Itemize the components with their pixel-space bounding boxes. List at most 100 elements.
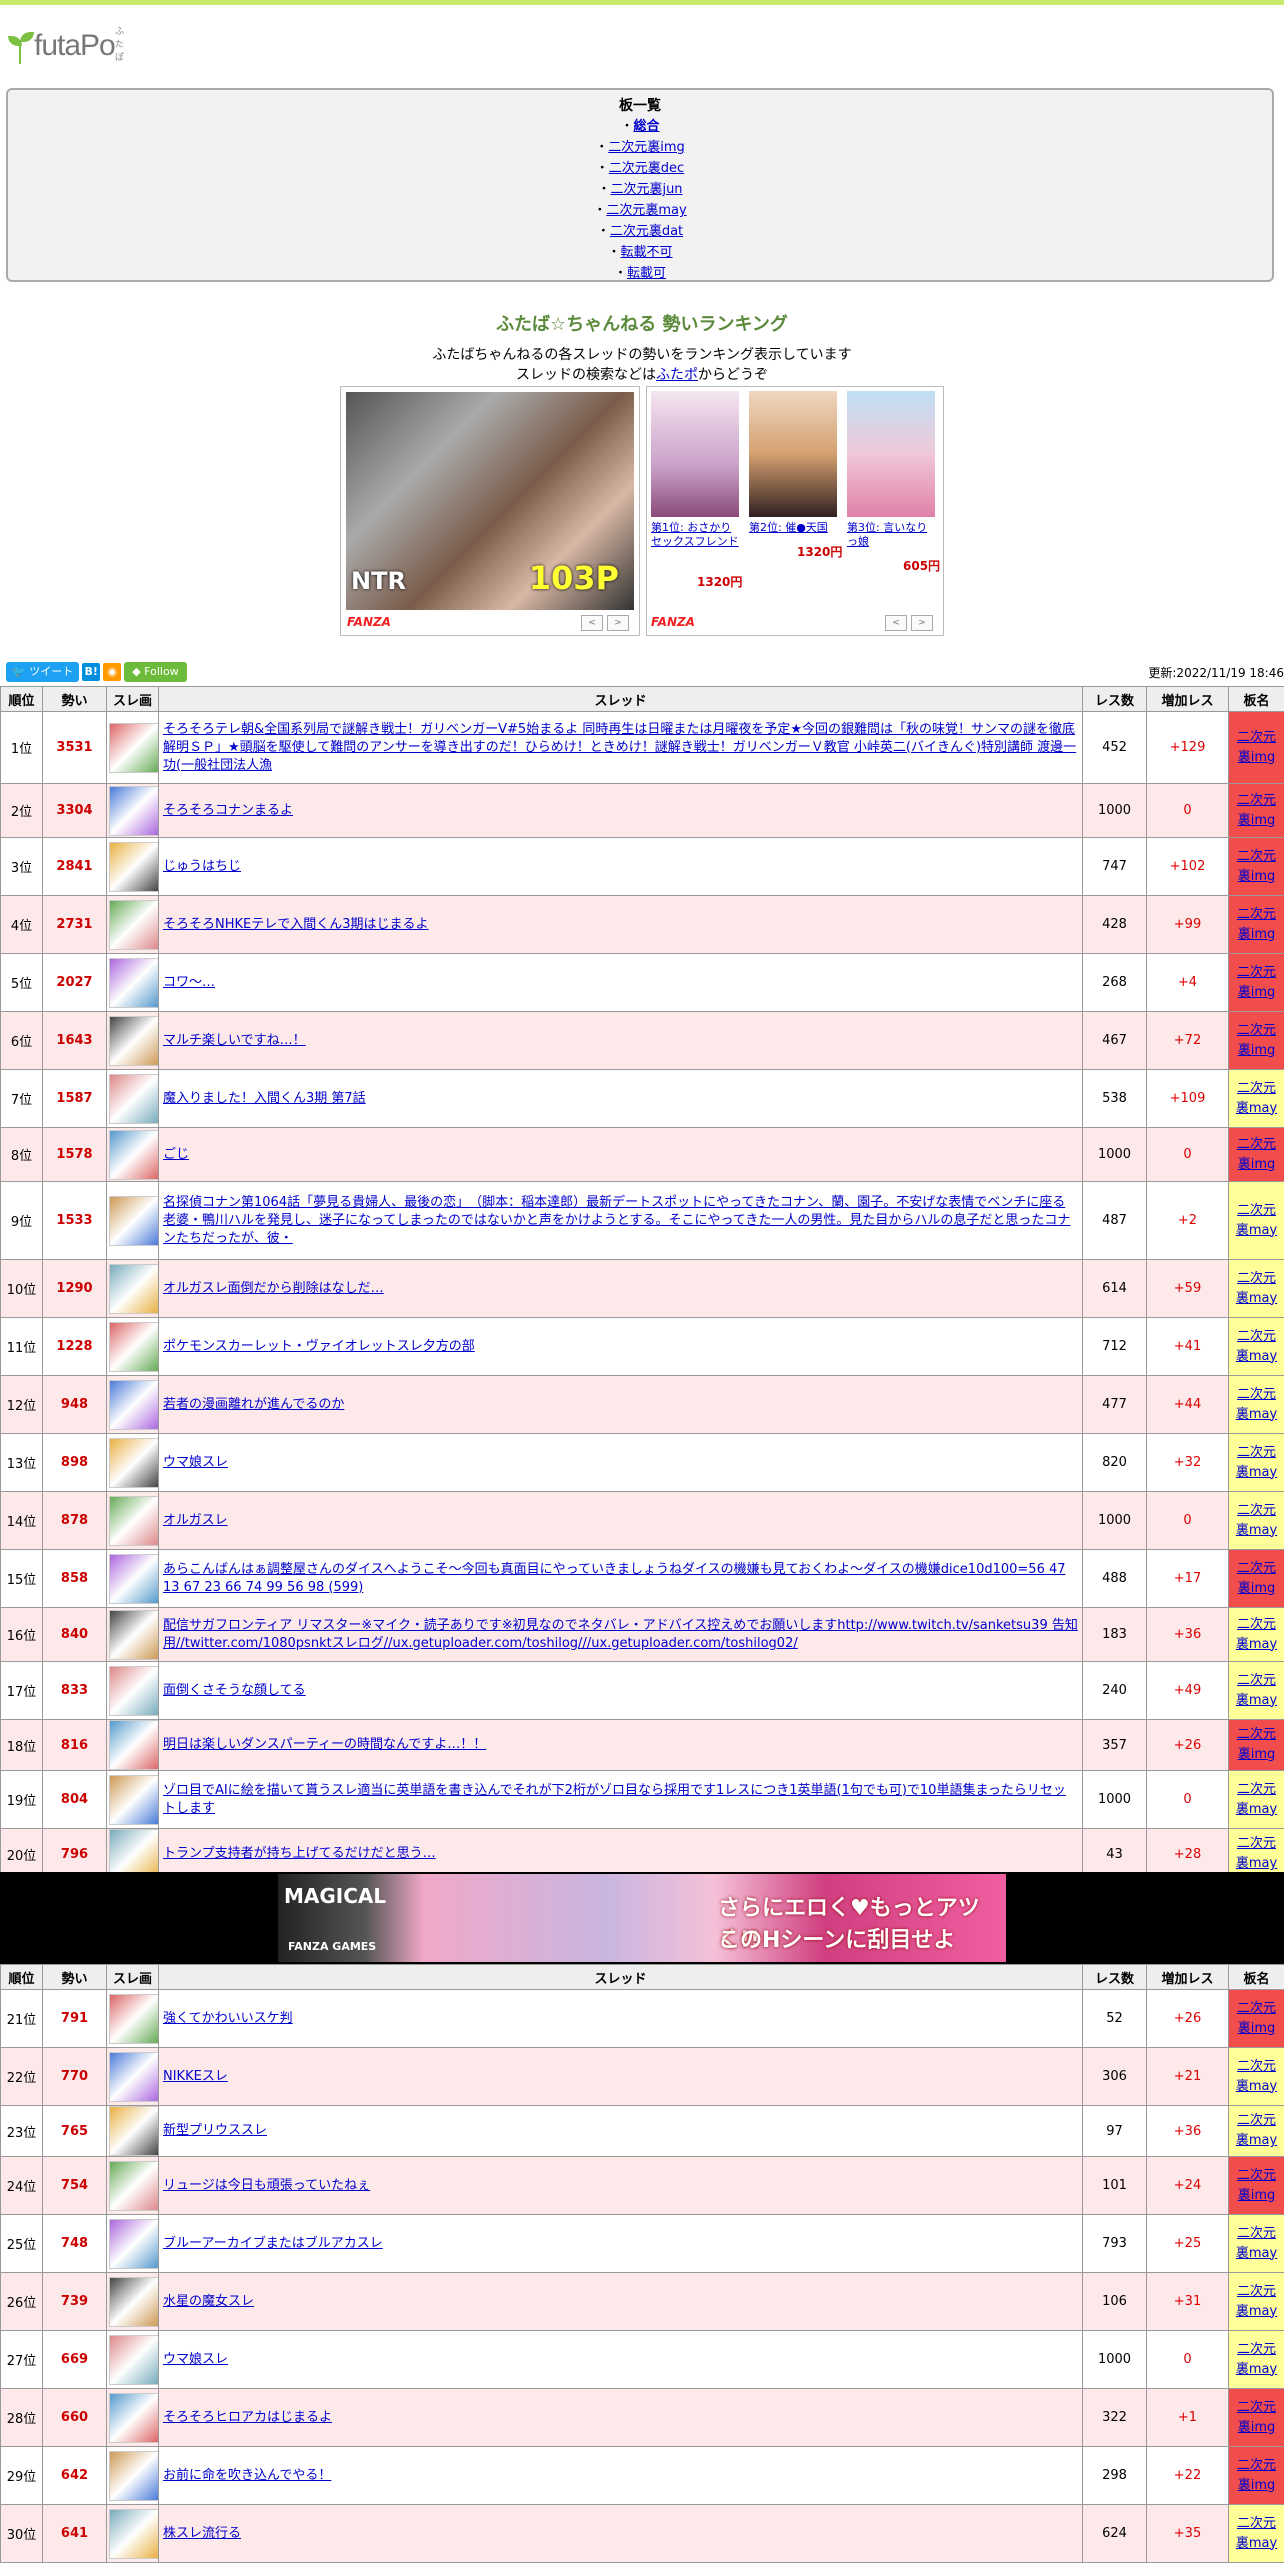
thread-title-link[interactable]: お前に命を吹き込んでやる！ (163, 2468, 331, 2483)
thumbnail-cell[interactable] (106, 1661, 159, 1720)
thread-thumbnail[interactable] (109, 722, 158, 773)
thread-title-link[interactable]: コワ～… (163, 975, 215, 990)
thread-title-link[interactable]: 明日は楽しいダンスパーティーの時間なんですよ…！！ (163, 1737, 486, 1752)
ad-rank-caption-1[interactable]: 第1位: おさかりセックスフレンド (651, 521, 741, 549)
thumbnail-cell[interactable] (106, 2330, 159, 2389)
thumbnail-cell[interactable] (106, 1719, 159, 1771)
board-name-link[interactable]: 二次元裏may (1236, 2284, 1277, 2319)
ad2-prev-arrow-icon[interactable]: < (885, 615, 907, 631)
thumbnail-cell[interactable] (106, 953, 159, 1012)
thumbnail-cell[interactable] (106, 895, 159, 954)
board-name-link[interactable]: 二次元裏may (1236, 1503, 1277, 1538)
thumbnail-cell[interactable] (106, 1259, 159, 1318)
thread-thumbnail[interactable] (109, 1195, 158, 1246)
board-name-link[interactable]: 二次元裏img (1237, 2458, 1276, 2493)
tweet-button[interactable]: 🐦 ツイート (6, 662, 80, 682)
board-link[interactable]: 二次元裏may (606, 203, 686, 218)
thread-thumbnail[interactable] (109, 1665, 158, 1716)
board-list-item[interactable]: ・二次元裏may (8, 200, 1272, 221)
thumbnail-cell[interactable] (106, 2214, 159, 2273)
thread-title-link[interactable]: そろそろヒロアカはじまるよ (163, 2410, 332, 2425)
board-link[interactable]: 二次元裏dec (609, 161, 684, 176)
board-link[interactable]: 総合 (634, 119, 660, 134)
thread-thumbnail[interactable] (109, 1774, 158, 1825)
feedly-follow-button[interactable]: ◆ Follow (124, 662, 187, 682)
thread-thumbnail[interactable] (109, 2160, 158, 2211)
board-name-link[interactable]: 二次元裏img (1237, 730, 1276, 765)
thread-title-link[interactable]: オルガスレ (163, 1513, 228, 1528)
thumbnail-cell[interactable] (106, 2047, 159, 2106)
board-list-item[interactable]: ・転載可 (8, 263, 1272, 280)
ad-rank-thumb-1[interactable] (651, 391, 739, 517)
thread-title-link[interactable]: 配信サガフロンティア リマスター※マイク・読子ありです※初見なのでネタバレ・アド… (163, 1618, 1078, 1651)
board-name-link[interactable]: 二次元裏may (1236, 1445, 1277, 1480)
thread-title-link[interactable]: じゅうはちじ (163, 859, 241, 874)
board-name-link[interactable]: 二次元裏img (1237, 1727, 1276, 1762)
thread-title-link[interactable]: あらこんばんはぁ調整屋さんのダイスへようこそ～今回も真面目にやっていきましょうね… (163, 1562, 1066, 1595)
board-list-item[interactable]: ・二次元裏jun (8, 179, 1272, 200)
ad-rank-caption-3[interactable]: 第3位: 言いなりっ娘 (847, 521, 937, 549)
thread-title-link[interactable]: 面倒くさそうな顔してる (163, 1683, 306, 1698)
board-name-link[interactable]: 二次元裏img (1237, 2168, 1276, 2203)
board-name-link[interactable]: 二次元裏may (1236, 1387, 1277, 1422)
thumbnail-cell[interactable] (106, 2156, 159, 2215)
thumbnail-cell[interactable] (106, 2388, 159, 2447)
thread-thumbnail[interactable] (109, 841, 158, 892)
thread-title-link[interactable]: そろそろNHKEテレで入間くん3期はじまるよ (163, 917, 429, 932)
thread-thumbnail[interactable] (109, 1993, 158, 2044)
game-ad-image[interactable]: MAGICAL FANZA GAMES さらにエロく♥もっとアツく!! このHシ… (278, 1874, 1006, 1962)
thumbnail-cell[interactable] (106, 1549, 159, 1608)
thumbnail-cell[interactable] (106, 711, 159, 784)
thumbnail-cell[interactable] (106, 1433, 159, 1492)
futapo-link[interactable]: ふたポ (656, 367, 698, 383)
thread-title-link[interactable]: オルガスレ面倒だから削除はなしだ… (163, 1281, 384, 1296)
thread-thumbnail[interactable] (109, 1321, 158, 1372)
thread-title-link[interactable]: 株スレ流行る (163, 2526, 241, 2541)
thread-title-link[interactable]: そろそろテレ朝&全国系列局で謎解き戦士！ガリベンガーV#5始まるよ 同時再生は日… (163, 722, 1076, 773)
ad-rank-item-3[interactable]: 第3位: 言いなりっ娘 (847, 391, 937, 549)
board-name-link[interactable]: 二次元裏may (1236, 1329, 1277, 1364)
thread-thumbnail[interactable] (109, 1129, 158, 1180)
thumbnail-cell[interactable] (106, 2105, 159, 2157)
board-name-link[interactable]: 二次元裏may (1236, 1782, 1277, 1817)
thread-title-link[interactable]: リュージは今日も頑張っていたねぇ (163, 2178, 370, 2193)
board-name-link[interactable]: 二次元裏may (1236, 1617, 1277, 1652)
board-name-link[interactable]: 二次元裏img (1237, 793, 1276, 828)
thread-thumbnail[interactable] (109, 1609, 158, 1660)
thread-thumbnail[interactable] (109, 1073, 158, 1124)
thumbnail-cell[interactable] (106, 1317, 159, 1376)
ad-rank-thumb-2[interactable] (749, 391, 837, 517)
ad-rank-caption-2[interactable]: 第2位: 催●天国 (749, 521, 839, 535)
thumbnail-cell[interactable] (106, 1127, 159, 1182)
thread-thumbnail[interactable] (109, 1553, 158, 1604)
thumbnail-cell[interactable] (106, 1491, 159, 1550)
ad-prev-arrow-icon[interactable]: < (581, 615, 603, 631)
board-list-item[interactable]: ・二次元裏img (8, 137, 1272, 158)
ad-banner-ntr[interactable]: NTR 103P FANZA < > (340, 386, 640, 636)
thread-title-link[interactable]: 若者の漫画離れが進んでるのか (163, 1397, 344, 1412)
board-name-link[interactable]: 二次元裏may (1236, 1673, 1277, 1708)
rss-icon[interactable]: ◉ (103, 663, 122, 681)
thumbnail-cell[interactable] (106, 1181, 159, 1260)
board-link[interactable]: 転載可 (627, 266, 666, 280)
thumbnail-cell[interactable] (106, 1770, 159, 1829)
thread-title-link[interactable]: 名探偵コナン第1064話「夢見る貴婦人、最後の恋」 （脚本：稲本達郎）最新デート… (163, 1195, 1070, 1246)
thread-thumbnail[interactable] (109, 2106, 158, 2156)
board-name-link[interactable]: 二次元裏img (1237, 2001, 1276, 2036)
thread-thumbnail[interactable] (109, 957, 158, 1008)
board-list-item[interactable]: ・総合 (8, 116, 1272, 137)
board-name-link[interactable]: 二次元裏may (1236, 2516, 1277, 2551)
thumbnail-cell[interactable] (106, 783, 159, 838)
thread-thumbnail[interactable] (109, 1263, 158, 1314)
thread-thumbnail[interactable] (109, 785, 158, 836)
thumbnail-cell[interactable] (106, 837, 159, 896)
board-name-link[interactable]: 二次元裏img (1237, 2400, 1276, 2435)
game-ad-banner[interactable]: MAGICAL FANZA GAMES さらにエロく♥もっとアツく!! このHシ… (0, 1872, 1284, 1964)
board-name-link[interactable]: 二次元裏may (1236, 1836, 1277, 1871)
thread-thumbnail[interactable] (109, 899, 158, 950)
ad-next-arrow-icon[interactable]: > (607, 615, 629, 631)
board-list-item[interactable]: ・二次元裏dec (8, 158, 1272, 179)
thread-thumbnail[interactable] (109, 2334, 158, 2385)
thread-title-link[interactable]: ブルーアーカイブまたはブルアカスレ (163, 2236, 383, 2251)
thumbnail-cell[interactable] (106, 1375, 159, 1434)
